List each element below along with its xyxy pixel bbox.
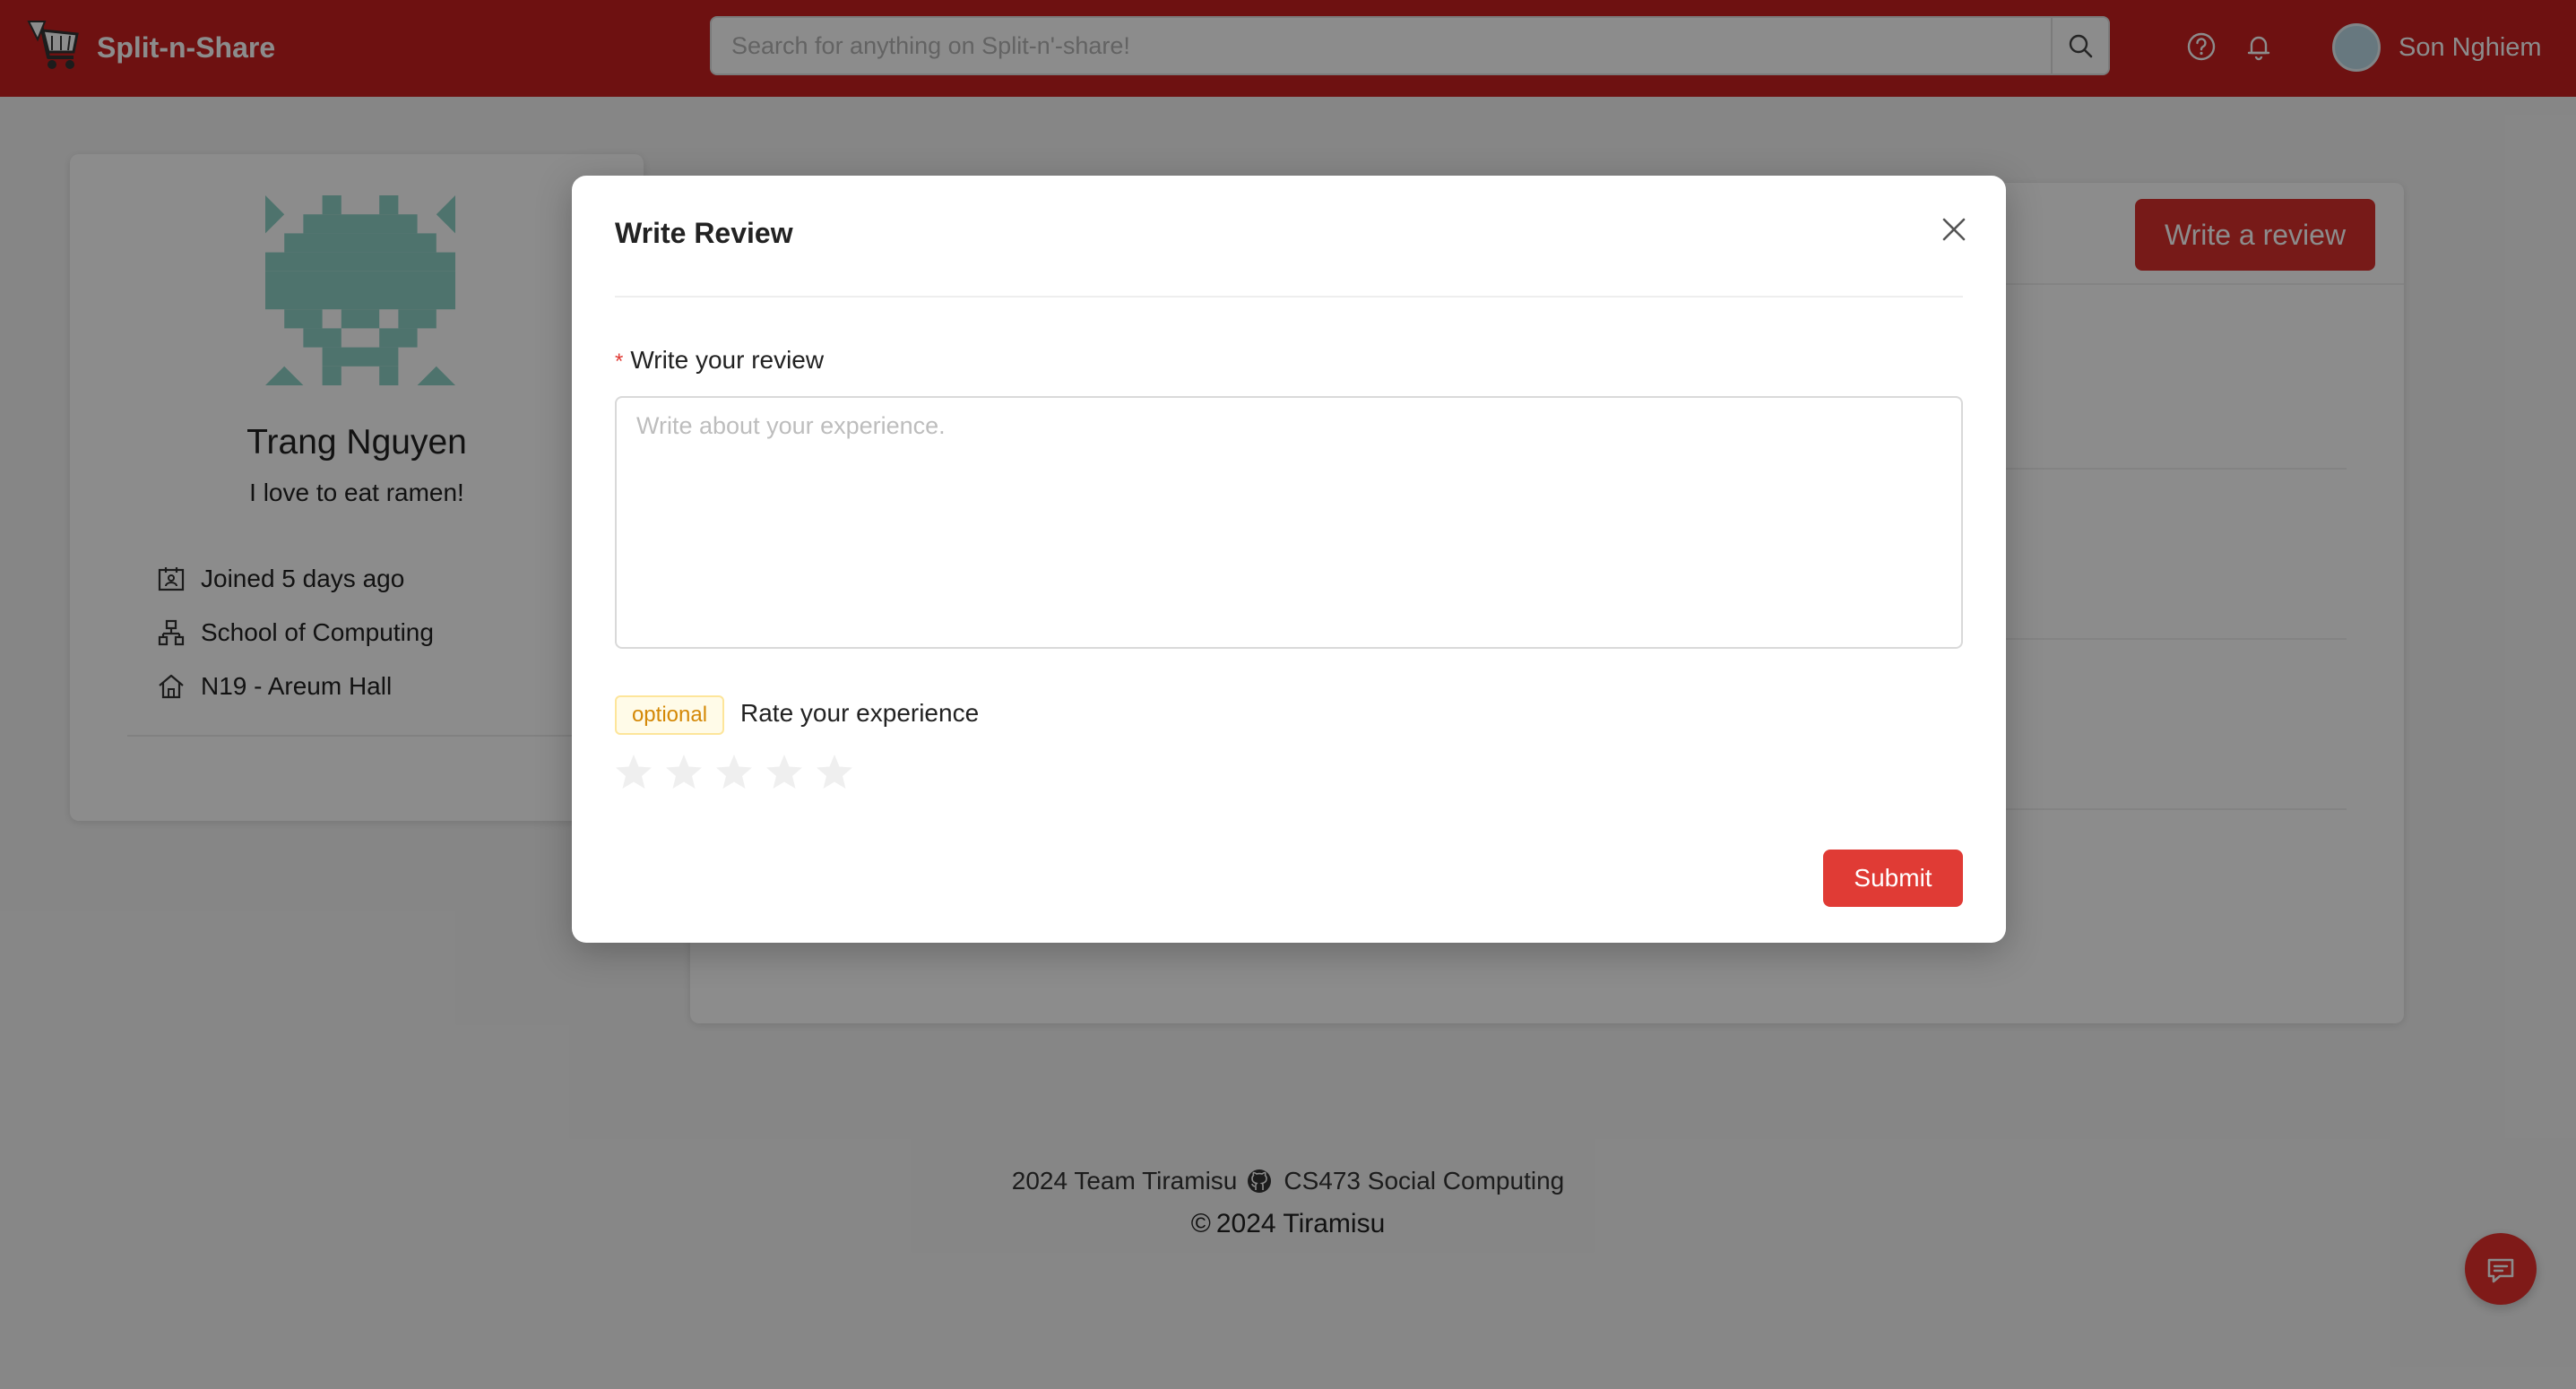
review-textarea[interactable] [615,396,1963,649]
optional-tag: optional [615,695,724,735]
close-button[interactable] [1931,206,1977,253]
star-icon[interactable] [816,753,853,790]
write-review-modal: Write Review *Write your review optional… [572,176,2006,943]
star-icon[interactable] [765,753,803,790]
submit-button[interactable]: Submit [1823,850,1963,907]
star-icon[interactable] [615,753,653,790]
review-field-label: * Write your review [615,346,824,375]
star-rating [615,753,866,796]
modal-divider [615,296,1963,298]
star-icon[interactable] [665,753,703,790]
app-root: Split-n-Share Search for anything on Spl… [0,0,2576,1389]
review-label-text: Write your review [630,346,825,374]
rate-label: Rate your experience [740,699,980,727]
close-icon [1942,218,1966,241]
required-mark: * [615,349,624,374]
modal-title: Write Review [615,217,793,249]
star-icon[interactable] [715,753,753,790]
